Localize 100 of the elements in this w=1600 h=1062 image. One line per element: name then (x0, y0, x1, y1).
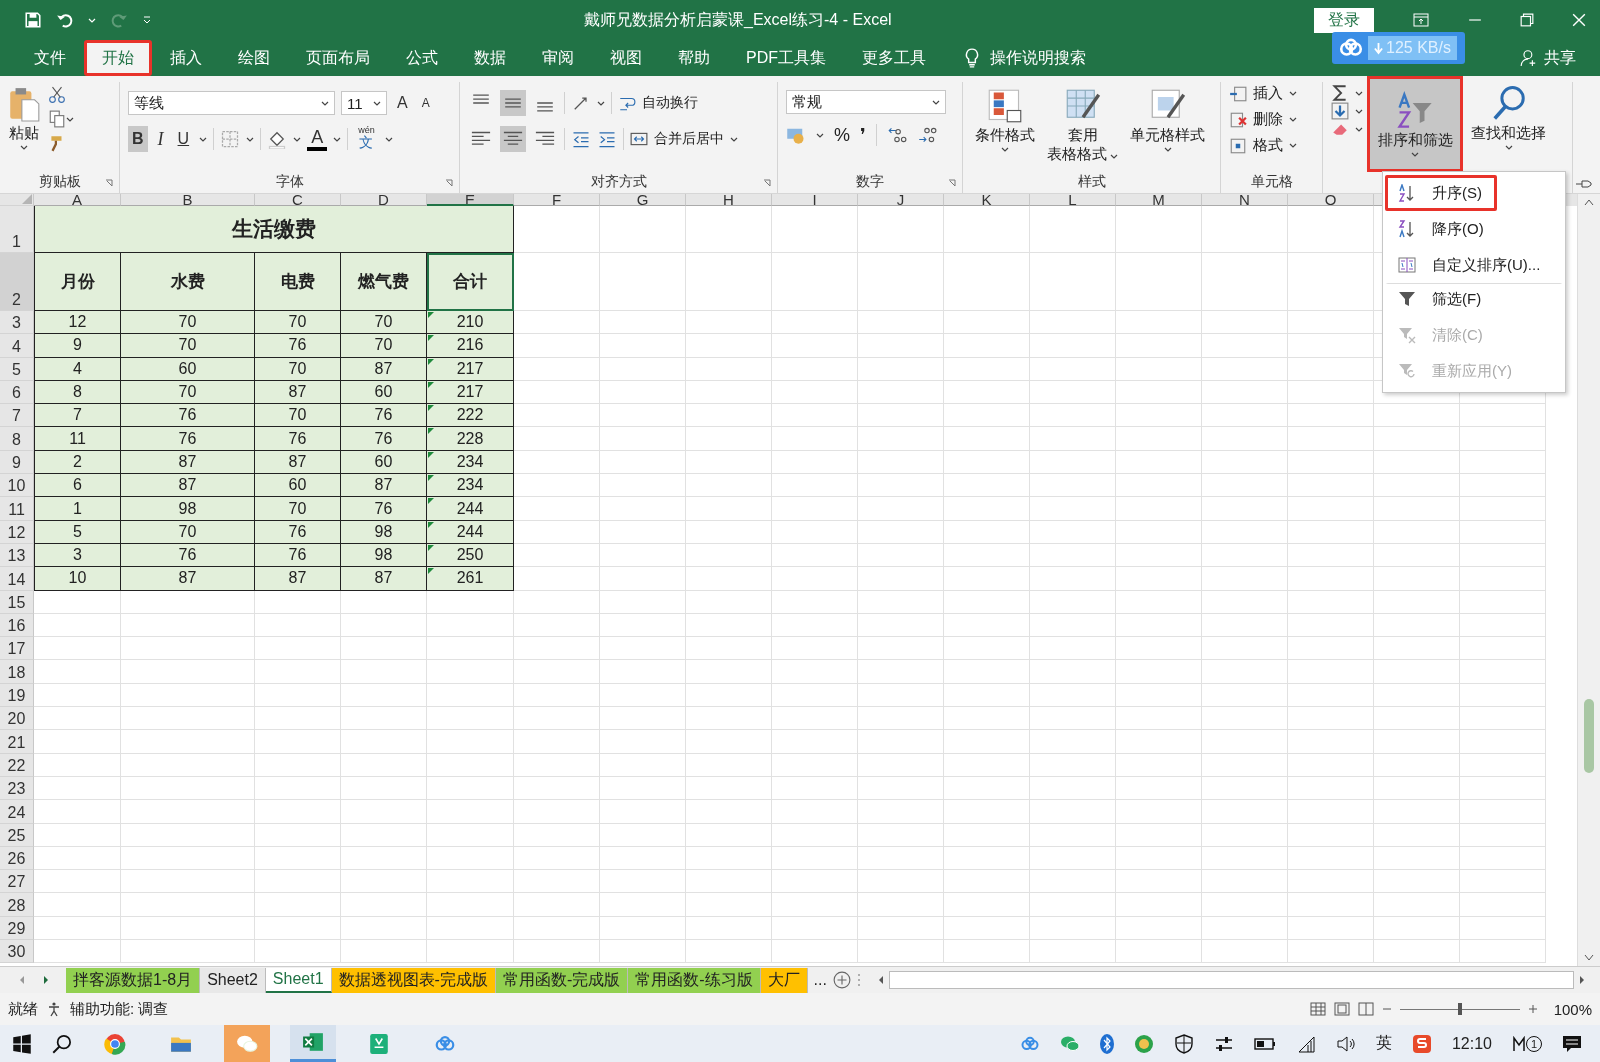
increase-font-button[interactable]: A (393, 90, 412, 116)
menu-tab[interactable]: 更多工具 (844, 40, 944, 76)
login-button[interactable]: 登录 (1314, 7, 1374, 33)
menu-tab[interactable]: 绘图 (220, 40, 288, 76)
column-header[interactable]: A (72, 194, 82, 205)
cells-menu-button[interactable]: 格式 (1253, 136, 1283, 155)
table-cell: 98 (341, 520, 427, 544)
style-button[interactable]: 套用 表格格式 (1043, 86, 1122, 166)
decrease-font-button[interactable]: A (417, 90, 434, 116)
font-name-field[interactable]: 等线 (128, 91, 335, 115)
table-cell: 70 (255, 404, 341, 428)
underline-button[interactable]: U (173, 126, 194, 152)
table-header-cell: 月份 (34, 253, 121, 311)
number-format-field[interactable]: 常规 (786, 90, 946, 114)
menu-tab[interactable]: 公式 (388, 40, 456, 76)
sheet-tab[interactable]: 常用函数-练习版 (628, 967, 761, 993)
column-header[interactable]: I (812, 194, 817, 205)
column-header[interactable]: K (981, 194, 992, 205)
sheet-tab[interactable]: 数据透视图表-完成版 (331, 967, 496, 993)
phonetic-guide-button[interactable]: wén 文 (354, 126, 379, 152)
download-speed: 125 KB/s (1386, 39, 1451, 57)
row-header[interactable]: 1 (12, 233, 21, 251)
column-header[interactable]: G (636, 194, 649, 205)
table-cell: 76 (255, 520, 341, 544)
menu-tab[interactable]: 视图 (592, 40, 660, 76)
column-header[interactable]: O (1324, 194, 1337, 205)
table-header-cell: 燃气费 (341, 253, 427, 311)
share-button[interactable]: 共享 (1544, 47, 1576, 69)
table-cell: 87 (121, 450, 255, 475)
clock[interactable]: 12:10 (1451, 1034, 1492, 1053)
table-cell: 70 (255, 357, 341, 381)
more-sheets-button[interactable]: ... (813, 971, 827, 989)
menu-tab[interactable]: 页面布局 (288, 40, 388, 76)
menu-tab[interactable]: 文件 (16, 40, 84, 76)
table-cell: 87 (341, 357, 427, 381)
table-cell: 244 (427, 520, 514, 544)
font-size-field[interactable]: 11 (341, 91, 387, 115)
table-cell: 87 (121, 474, 255, 498)
column-header[interactable]: M (1152, 194, 1165, 205)
menu-tab[interactable]: 帮助 (660, 40, 728, 76)
column-header[interactable]: B (182, 194, 193, 205)
cells-menu-button[interactable]: 删除 (1253, 110, 1283, 129)
column-header[interactable]: H (723, 194, 734, 205)
menu-tab[interactable]: 审阅 (524, 40, 592, 76)
status-text: 就绪 (8, 999, 38, 1019)
window-title: 戴师兄数据分析启蒙课_Excel练习-4 - Excel (584, 9, 893, 30)
sheet-tab[interactable]: Sheet2 (200, 967, 266, 993)
sheet-tab[interactable]: Sheet1 (265, 967, 332, 993)
table-cell: 11 (34, 427, 121, 451)
menu-tab[interactable]: 开始 (84, 40, 152, 76)
table-cell: 1 (34, 497, 121, 521)
table-cell: 234 (427, 450, 514, 475)
table-cell: 98 (341, 543, 427, 568)
row-header[interactable]: 2 (12, 291, 21, 309)
column-header[interactable]: F (551, 194, 562, 205)
group-label: 字体 (275, 173, 304, 191)
style-button[interactable]: 条件格式 (971, 86, 1039, 154)
table-cell: 60 (341, 380, 427, 405)
style-button[interactable]: 单元格样式 (1126, 86, 1209, 154)
column-header[interactable]: L (1068, 194, 1077, 205)
menu-item[interactable]: 自定义排序(U)... (1385, 247, 1563, 283)
sheet-tab[interactable]: 拌客源数据1-8月 (66, 967, 201, 993)
column-header[interactable]: D (378, 194, 389, 205)
table-cell: 217 (427, 380, 514, 405)
tell-me-search[interactable]: 操作说明搜索 (990, 47, 1086, 69)
menu-item[interactable]: 降序(O) (1385, 211, 1563, 247)
column-header[interactable]: N (1239, 194, 1250, 205)
zoom-level[interactable]: 100% (1553, 1000, 1592, 1018)
accessibility-status[interactable]: 辅助功能: 调查 (70, 999, 169, 1019)
merge-center-button[interactable]: 合并后居中 (654, 130, 724, 148)
cells-menu-button[interactable]: 插入 (1253, 84, 1283, 103)
sort-filter-button[interactable]: 排序和筛选 (1367, 76, 1463, 172)
wrap-text-button[interactable]: 自动换行 (642, 94, 698, 112)
italic-button[interactable]: I (153, 126, 168, 152)
table-cell: 6 (34, 474, 121, 498)
table-cell: 98 (121, 497, 255, 521)
table-cell: 76 (121, 543, 255, 568)
menu-item[interactable]: 筛选(F) (1385, 283, 1563, 317)
bold-button[interactable]: B (128, 126, 148, 152)
table-cell: 76 (341, 497, 427, 521)
group-label: 对齐方式 (590, 173, 647, 191)
percent-button[interactable]: % (834, 124, 850, 146)
menu-tab[interactable]: 插入 (152, 40, 220, 76)
paste-button[interactable]: 粘贴 (9, 124, 39, 143)
table-cell: 70 (341, 334, 427, 358)
table-cell: 76 (255, 427, 341, 451)
sheet-tab[interactable]: 大厂 (760, 967, 808, 993)
table-cell: 70 (255, 311, 341, 335)
menu-tab[interactable]: 数据 (456, 40, 524, 76)
table-cell: 87 (255, 567, 341, 591)
column-header[interactable]: C (292, 194, 303, 205)
input-method-indicator[interactable]: 英 (1375, 1033, 1392, 1054)
menu-tab[interactable]: PDF工具集 (728, 40, 844, 76)
comma-style-button[interactable]: ❜ (860, 124, 866, 146)
table-cell: 217 (427, 357, 514, 381)
table-cell: 7 (34, 404, 121, 428)
menu-item[interactable]: 升序(S) (1385, 175, 1497, 211)
sheet-tab[interactable]: 常用函数-完成版 (495, 967, 629, 993)
column-header[interactable]: J (896, 194, 905, 205)
font-color-button[interactable]: A (307, 127, 328, 151)
